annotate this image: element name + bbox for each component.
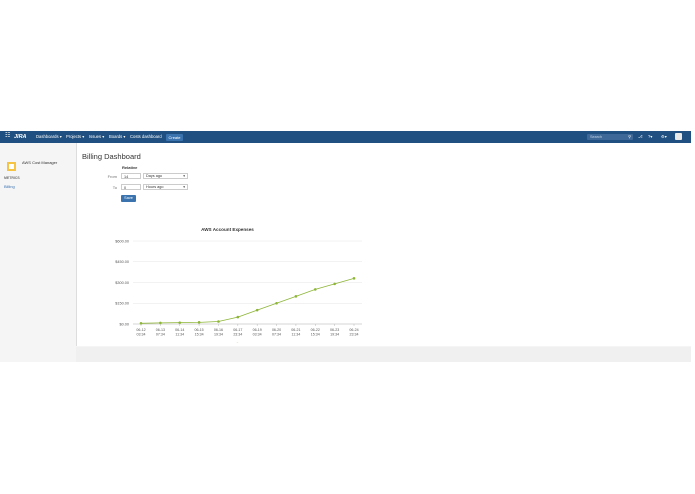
data-point bbox=[178, 321, 182, 324]
data-point bbox=[217, 320, 220, 323]
data-point bbox=[139, 322, 143, 325]
x-tick-label: 06-15 15:34 bbox=[194, 328, 203, 337]
avatar[interactable] bbox=[675, 133, 682, 140]
x-tick-label: 06-13 07:34 bbox=[156, 328, 165, 337]
x-tick-label: 06-20 07:34 bbox=[272, 328, 281, 337]
x-tick-label-line: 11:34 bbox=[175, 333, 184, 337]
x-tick-label-line: 06-22 bbox=[311, 328, 320, 332]
data-point bbox=[159, 321, 162, 325]
expenses-chart: AWS Account Expenses $0.00 $150.00 $300.00 $… bbox=[115, 227, 362, 343]
x-tick-label-line: 15:34 bbox=[311, 333, 320, 337]
nav-boards[interactable]: Boards ▾ bbox=[109, 131, 126, 143]
legend-label: Average bbox=[245, 341, 261, 343]
chart-title: AWS Account Expenses bbox=[201, 227, 254, 232]
y-tick-label: $450.00 bbox=[115, 260, 129, 264]
series-line bbox=[140, 277, 355, 324]
main-content: Billing Dashboard Relative From 14 Days … bbox=[76, 143, 692, 346]
x-tick-label-line: 06-16 bbox=[214, 328, 223, 332]
data-point bbox=[275, 301, 278, 305]
nav-issues[interactable]: Issues ▾ bbox=[89, 131, 104, 143]
grid-icon[interactable]: ☷ bbox=[5, 133, 10, 139]
sidebar-item-billing[interactable]: Billing bbox=[4, 184, 15, 189]
data-point bbox=[255, 308, 259, 312]
top-navigation-bar: ☷ JIRA Dashboards ▾ Projects ▾ Issues ▾ … bbox=[0, 131, 691, 143]
project-sidebar: AWS Cost Manager METRICS Billing bbox=[0, 143, 75, 362]
help-icon[interactable]: ?▾ bbox=[648, 131, 652, 143]
create-button[interactable]: Create bbox=[166, 133, 183, 141]
page-footer bbox=[76, 347, 691, 362]
x-tick-label: 06-23 19:34 bbox=[330, 328, 339, 337]
x-tick-label-line: 19:34 bbox=[330, 333, 339, 337]
search-icon: ⚲ bbox=[628, 134, 631, 139]
x-tick-label-line: 07:34 bbox=[156, 333, 165, 337]
x-tick-label-line: 06-13 bbox=[156, 328, 165, 332]
x-tick-label: 06-16 19:34 bbox=[214, 328, 223, 337]
x-tick-label: 06-12 03:34 bbox=[136, 328, 145, 337]
x-tick-label: 06-17 23:34 bbox=[233, 328, 242, 337]
search-placeholder: Search bbox=[590, 135, 603, 139]
gear-icon[interactable]: ⚙▾ bbox=[661, 131, 667, 143]
search-input[interactable]: Search ⚲ bbox=[587, 134, 633, 140]
pull-request-icon[interactable]: ⎇ bbox=[638, 131, 643, 143]
data-point bbox=[294, 295, 298, 298]
project-name[interactable]: AWS Cost Manager bbox=[22, 160, 72, 165]
data-point bbox=[236, 315, 240, 319]
x-tick-label-line: 03:34 bbox=[253, 333, 262, 337]
x-tick-label-line: 23:34 bbox=[350, 333, 359, 337]
x-tick-label-line: 19:34 bbox=[214, 333, 223, 337]
data-point bbox=[313, 288, 317, 291]
y-tick-label: $600.00 bbox=[115, 239, 129, 243]
y-tick-label: $150.00 bbox=[115, 302, 129, 306]
x-tick-label: 06-19 03:34 bbox=[253, 328, 262, 337]
sidebar-section-heading: METRICS bbox=[4, 176, 20, 180]
x-tick-label: 06-22 15:34 bbox=[311, 328, 320, 337]
y-tick-label: $300.00 bbox=[115, 281, 129, 285]
nav-costs-dashboard[interactable]: Costs dashboard bbox=[130, 131, 162, 143]
x-tick-label-line: 06-12 bbox=[136, 328, 145, 332]
jira-app: ☷ JIRA Dashboards ▾ Projects ▾ Issues ▾ … bbox=[0, 131, 692, 362]
x-tick-label-line: 06-14 bbox=[175, 328, 184, 332]
x-tick-label: 06-21 11:34 bbox=[291, 328, 300, 337]
x-tick-label-line: 11:34 bbox=[292, 333, 301, 337]
x-tick-label-line: 06-24 bbox=[349, 328, 358, 332]
x-tick-label-line: 06-17 bbox=[233, 328, 242, 332]
y-tick-label: $0.00 bbox=[119, 322, 129, 326]
x-tick-label-line: 15:34 bbox=[195, 333, 204, 337]
data-point bbox=[352, 277, 356, 280]
data-point bbox=[197, 321, 201, 324]
x-tick-label-line: 03:34 bbox=[137, 333, 146, 337]
jira-logo[interactable]: JIRA bbox=[14, 131, 27, 143]
x-tick-label-line: 23:34 bbox=[233, 333, 242, 337]
x-tick-label-line: 06-20 bbox=[272, 328, 281, 332]
x-tick-label: 06-14 11:34 bbox=[175, 328, 184, 337]
x-tick-label-line: 06-23 bbox=[330, 328, 339, 332]
data-point bbox=[333, 282, 336, 286]
project-icon bbox=[7, 162, 16, 171]
x-tick-label: 06-24 23:34 bbox=[349, 328, 358, 337]
nav-dashboards[interactable]: Dashboards ▾ bbox=[36, 131, 62, 143]
x-tick-label-line: 07:34 bbox=[272, 333, 281, 337]
x-tick-label-line: 06-19 bbox=[253, 328, 262, 332]
x-tick-label-line: 06-15 bbox=[194, 328, 203, 332]
x-tick-label-line: 06-21 bbox=[291, 328, 300, 332]
nav-projects[interactable]: Projects ▾ bbox=[66, 131, 84, 143]
